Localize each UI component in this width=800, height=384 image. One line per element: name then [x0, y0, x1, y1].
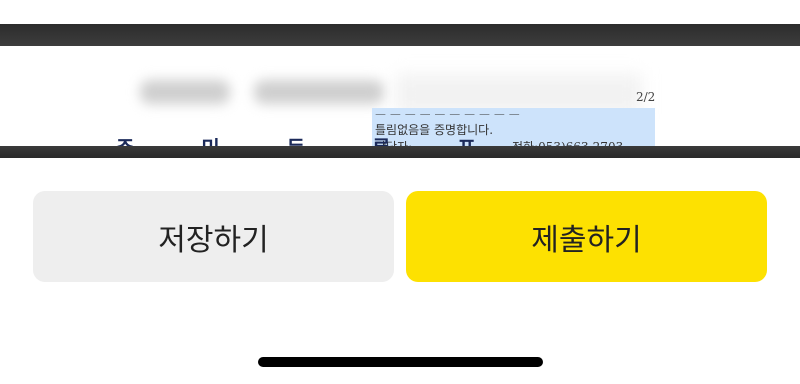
- submit-button[interactable]: 제출하기: [406, 191, 767, 282]
- preview-bottom-bar: [0, 146, 800, 158]
- save-button[interactable]: 저장하기: [33, 191, 394, 282]
- home-indicator: [258, 357, 543, 367]
- blurred-redacted-text: [140, 76, 400, 108]
- page-number: 2/2: [636, 90, 656, 104]
- document-preview[interactable]: 2/2 ㅡ ㅡ ㅡ ㅡ ㅡ ㅡ ㅡ ㅡ ㅡ ㅡ 틀림없음을 증명합니다. 담당자…: [0, 24, 800, 158]
- preview-top-bar: [0, 24, 800, 46]
